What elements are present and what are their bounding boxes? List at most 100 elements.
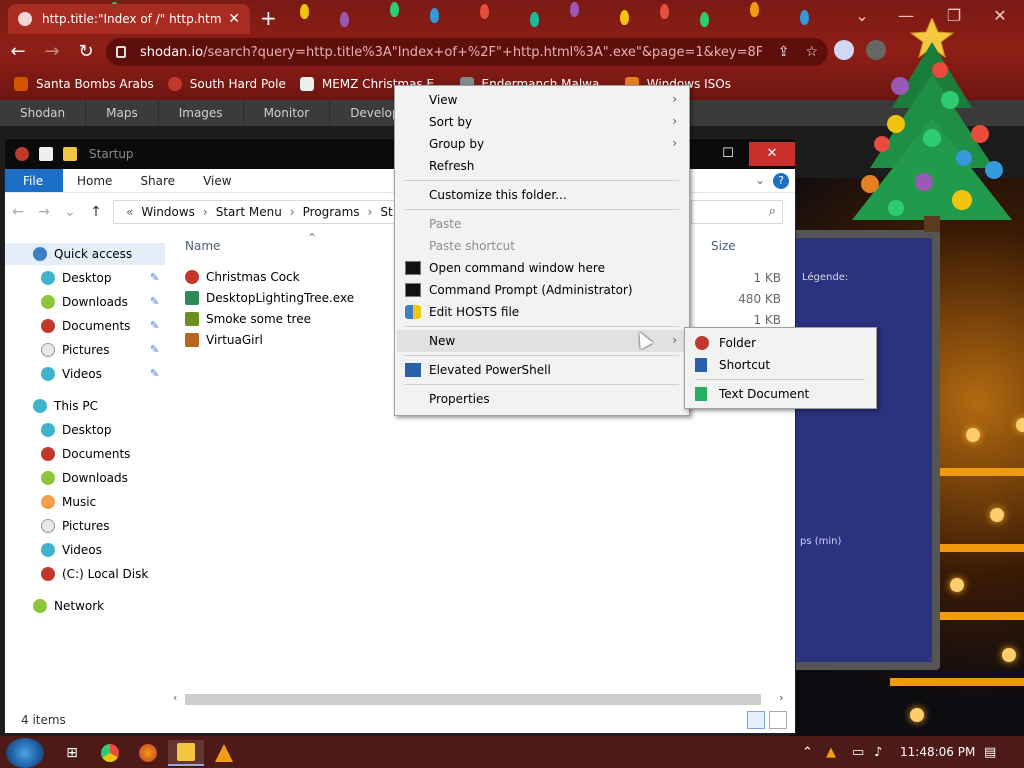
vlc-taskbar-icon[interactable]	[206, 740, 242, 766]
item-count: 4 items	[21, 713, 66, 727]
nav-this-pc[interactable]: This PC	[5, 395, 165, 417]
nav-item[interactable]: Pictures	[5, 515, 165, 537]
nav-item[interactable]: Videos	[5, 363, 165, 385]
browser-tab[interactable]: http.title:"Index of /" http.html:".e ✕	[8, 4, 250, 34]
explorer-taskbar-icon[interactable]	[168, 740, 204, 766]
nav-item[interactable]: Documents	[5, 443, 165, 465]
nav-images[interactable]: Images	[159, 100, 244, 126]
up-arrow-icon[interactable]: ↑	[83, 204, 109, 220]
scroll-right-icon[interactable]: ›	[779, 691, 783, 704]
nav-maps[interactable]: Maps	[86, 100, 159, 126]
sort-up-icon: ⌃	[307, 231, 318, 245]
nav-item[interactable]: (C:) Local Disk	[5, 563, 165, 585]
recent-locations-icon[interactable]: ⌄	[57, 204, 83, 220]
close-icon[interactable]: ✕	[749, 142, 795, 166]
menu-separator	[405, 180, 679, 181]
nav-item[interactable]: Desktop	[5, 267, 165, 289]
tab-home[interactable]: Home	[63, 169, 126, 192]
file-size: 480 KB	[738, 292, 781, 306]
pin-icon[interactable]: ✎	[150, 343, 159, 356]
menu-item-group-by[interactable]: Group by ›	[397, 133, 687, 155]
nav-quick-access[interactable]: Quick access	[5, 243, 165, 265]
column-header-size[interactable]: Size	[711, 239, 736, 253]
reload-icon[interactable]: ↻	[70, 36, 102, 68]
task-view-icon[interactable]: ⊞	[54, 740, 90, 766]
menu-item-view[interactable]: View ›	[397, 89, 687, 111]
tab-close-icon[interactable]: ✕	[228, 11, 240, 27]
forward-arrow-icon[interactable]: →	[36, 36, 68, 68]
nav-item[interactable]: Music	[5, 491, 165, 513]
pin-icon[interactable]: ✎	[150, 319, 159, 332]
submenu-arrow-icon: ›	[672, 114, 677, 128]
notification-icon[interactable]: ▤	[984, 745, 996, 760]
breadcrumb-item[interactable]: Start Menu	[216, 205, 282, 219]
nav-monitor[interactable]: Monitor	[244, 100, 331, 126]
breadcrumb-item[interactable]: St...	[380, 205, 394, 219]
menu-item-properties[interactable]: Properties	[397, 388, 687, 410]
menu-item-open-cmd[interactable]: Open command window here	[397, 257, 687, 279]
menu-item-edit-hosts[interactable]: Edit HOSTS file	[397, 301, 687, 323]
column-header-name[interactable]: Name	[185, 239, 220, 253]
pin-icon[interactable]: ✎	[150, 367, 159, 380]
back-arrow-icon[interactable]: ←	[5, 204, 31, 220]
chrome-taskbar-icon[interactable]	[92, 740, 128, 766]
details-view-icon[interactable]	[747, 711, 765, 729]
nav-item[interactable]: Pictures	[5, 339, 165, 361]
documents-icon	[41, 447, 55, 461]
back-arrow-icon[interactable]: ←	[2, 36, 34, 68]
properties-quick-icon[interactable]	[39, 147, 53, 161]
menu-item-sort-by[interactable]: Sort by ›	[397, 111, 687, 133]
clock[interactable]: 11:48:06 PM	[900, 745, 975, 759]
vlc-tray-icon[interactable]: ▲	[826, 745, 836, 760]
maximize-icon[interactable]: ☐	[705, 142, 751, 166]
forward-arrow-icon[interactable]: →	[31, 204, 57, 220]
scroll-left-icon[interactable]: ‹	[173, 691, 177, 704]
network-icon	[33, 599, 47, 613]
nav-network[interactable]: Network	[5, 595, 165, 617]
nav-shodan[interactable]: Shodan	[0, 100, 87, 126]
start-button-icon[interactable]	[6, 738, 44, 768]
search-input[interactable]: ⌕	[691, 200, 783, 224]
menu-item-refresh[interactable]: Refresh	[397, 155, 687, 177]
address-bar[interactable]: shodan.io/search?query=http.title%3A"Ind…	[106, 38, 828, 66]
breadcrumb-item[interactable]: Programs	[303, 205, 360, 219]
star-icon[interactable]: ☆	[805, 44, 818, 60]
computer-icon	[33, 399, 47, 413]
help-icon[interactable]: ?	[773, 173, 789, 189]
breadcrumb-item[interactable]: Windows	[141, 205, 195, 219]
nav-item[interactable]: Videos	[5, 539, 165, 561]
tab-share[interactable]: Share	[126, 169, 189, 192]
pin-icon[interactable]: ✎	[150, 295, 159, 308]
share-icon[interactable]: ⇪	[778, 44, 790, 60]
menu-item-powershell[interactable]: Elevated PowerShell	[397, 359, 687, 381]
volume-icon[interactable]: ♪	[874, 745, 882, 760]
network-tray-icon[interactable]: ▭	[852, 745, 864, 760]
chevron-down-icon[interactable]: ⌄	[755, 173, 765, 187]
scroll-thumb[interactable]	[185, 694, 761, 705]
menu-item-customize[interactable]: Customize this folder...	[397, 184, 687, 206]
large-icons-view-icon[interactable]	[769, 711, 787, 729]
bookmark-item[interactable]: South Hard Pole	[167, 77, 286, 91]
tab-title: http.title:"Index of /" http.html:".e	[42, 12, 222, 26]
firefox-taskbar-icon[interactable]	[130, 740, 166, 766]
nav-item[interactable]: Desktop	[5, 419, 165, 441]
horizontal-scrollbar[interactable]: ‹ ›	[171, 691, 791, 707]
submenu-item-shortcut[interactable]: Shortcut	[687, 354, 876, 376]
lock-icon	[116, 46, 126, 58]
bookmark-item[interactable]: Santa Bombs Arabs	[14, 77, 154, 91]
submenu-item-folder[interactable]: Folder	[687, 332, 876, 354]
nav-item[interactable]: Downloads	[5, 291, 165, 313]
tab-view[interactable]: View	[189, 169, 245, 192]
nav-item[interactable]: Downloads	[5, 467, 165, 489]
new-folder-quick-icon[interactable]	[63, 147, 77, 161]
cmd-icon	[405, 261, 421, 275]
submenu-item-text-document[interactable]: Text Document	[687, 383, 876, 405]
nav-item[interactable]: Documents	[5, 315, 165, 337]
new-tab-icon[interactable]: +	[260, 6, 277, 30]
menu-item-cmd-admin[interactable]: Command Prompt (Administrator)	[397, 279, 687, 301]
breadcrumb[interactable]: « Windows› Start Menu› Programs› St...	[113, 200, 395, 224]
pin-icon[interactable]: ✎	[150, 271, 159, 284]
bookmark-icon	[14, 77, 28, 91]
tray-overflow-icon[interactable]: ⌃	[802, 745, 813, 760]
tab-file[interactable]: File	[5, 169, 63, 192]
